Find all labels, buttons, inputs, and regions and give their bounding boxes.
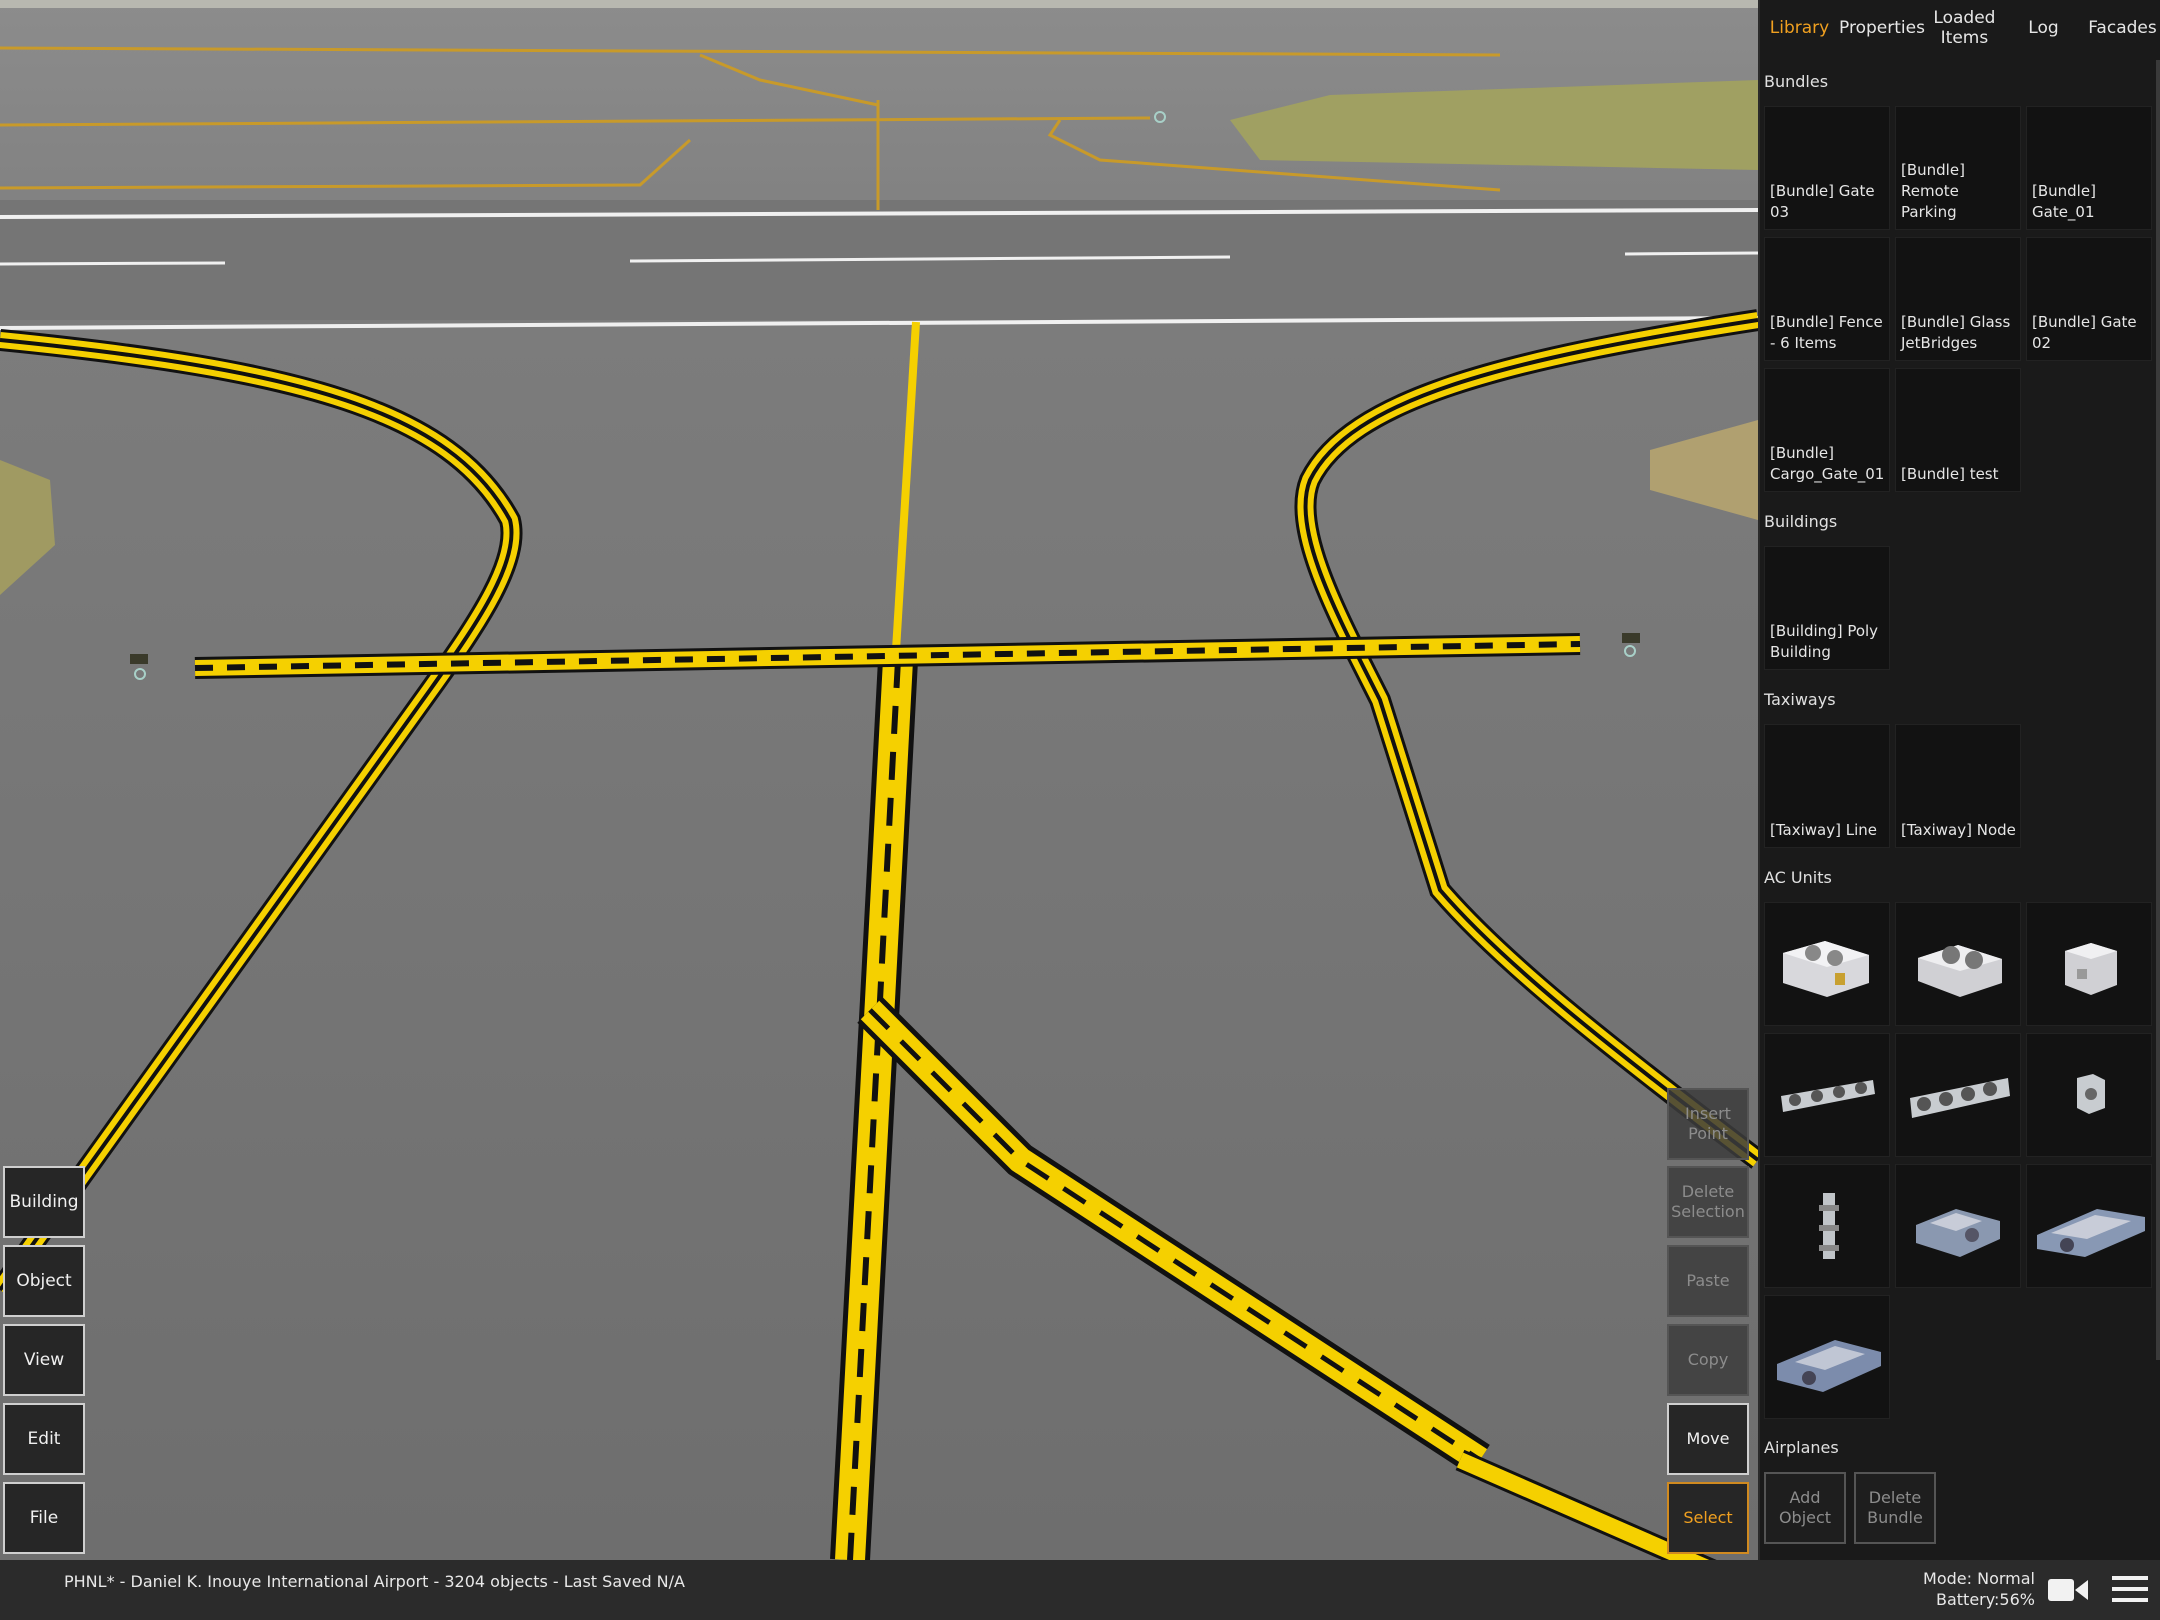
tile-label: [Bundle] Remote Parking	[1901, 161, 1965, 221]
project-status-text: PHNL* - Daniel K. Inouye International A…	[64, 1572, 685, 1591]
section-title-taxiways: Taxiways	[1764, 690, 1836, 709]
ac-machinery-3-icon[interactable]	[1764, 1295, 1890, 1419]
tile-label: [Bundle] Fence - 6 Items	[1770, 313, 1883, 352]
library-tile[interactable]: [Taxiway] Node	[1895, 724, 2021, 848]
library-panel: Library Properties Loaded Items Log Faca…	[1758, 0, 2160, 1560]
tile-label: [Bundle] Gate 03	[1770, 182, 1875, 221]
tab-properties[interactable]: Properties	[1839, 0, 1925, 56]
tile-label: [Bundle] test	[1901, 465, 1999, 483]
tab-facades[interactable]: Facades	[2083, 0, 2160, 56]
menu-icon[interactable]	[2112, 1574, 2148, 1604]
view-button[interactable]: View	[3, 1324, 85, 1396]
section-title-airplanes: Airplanes	[1764, 1438, 1839, 1457]
library-tile[interactable]: [Bundle] Glass JetBridges	[1895, 237, 2021, 361]
library-tile[interactable]: [Bundle] test	[1895, 368, 2021, 492]
delete-selection-button[interactable]: Delete Selection	[1667, 1166, 1749, 1238]
paste-button[interactable]: Paste	[1667, 1245, 1749, 1317]
library-tile[interactable]: [Taxiway] Line	[1764, 724, 1890, 848]
library-tile[interactable]: [Bundle] Fence - 6 Items	[1764, 237, 1890, 361]
tile-label: [Taxiway] Node	[1901, 821, 2016, 839]
airport-3d-viewport[interactable]	[0, 0, 1758, 1560]
library-tile[interactable]: [Building] Poly Building	[1764, 546, 1890, 670]
ac-machinery-1-icon[interactable]	[1895, 1164, 2021, 1288]
mode-battery: Mode: Normal Battery:56%	[1860, 1568, 2035, 1610]
tab-loaded-items[interactable]: Loaded Items	[1925, 0, 2004, 56]
tile-label: [Bundle] Gate_01	[2032, 182, 2096, 221]
copy-button[interactable]: Copy	[1667, 1324, 1749, 1396]
library-tile[interactable]: [Bundle] Remote Parking	[1895, 106, 2021, 230]
mode-text: Mode: Normal	[1923, 1569, 2035, 1588]
tile-label: [Bundle] Glass JetBridges	[1901, 313, 2011, 352]
move-button[interactable]: Move	[1667, 1403, 1749, 1475]
panel-tabs: Library Properties Loaded Items Log Faca…	[1760, 0, 2160, 56]
section-title-bundles: Bundles	[1764, 72, 1829, 91]
ac-unit-1-icon[interactable]	[1764, 902, 1890, 1026]
ac-unit-row-5-icon[interactable]	[1895, 1033, 2021, 1157]
ac-unit-3-icon[interactable]	[2026, 902, 2152, 1026]
object-button[interactable]: Object	[3, 1245, 85, 1317]
ac-pipe-icon[interactable]	[1764, 1164, 1890, 1288]
building-button[interactable]: Building	[3, 1166, 85, 1238]
library-tile[interactable]: [Bundle] Gate 03	[1764, 106, 1890, 230]
library-tile[interactable]: [Bundle] Cargo_Gate_01	[1764, 368, 1890, 492]
ac-machinery-2-icon[interactable]	[2026, 1164, 2152, 1288]
ac-unit-2-icon[interactable]	[1895, 902, 2021, 1026]
insert-point-button[interactable]: Insert Point	[1667, 1088, 1749, 1160]
library-tile[interactable]: [Bundle] Gate 02	[2026, 237, 2152, 361]
select-button[interactable]: Select	[1667, 1482, 1749, 1554]
battery-text: Battery:56%	[1935, 1590, 2035, 1609]
file-button[interactable]: File	[3, 1482, 85, 1554]
section-title-buildings: Buildings	[1764, 512, 1838, 531]
add-object-button[interactable]: Add Object	[1764, 1472, 1846, 1544]
ac-unit-small-icon[interactable]	[2026, 1033, 2152, 1157]
ac-unit-row-4-icon[interactable]	[1764, 1033, 1890, 1157]
tile-label: [Bundle] Cargo_Gate_01	[1770, 444, 1885, 483]
panel-scrollbar[interactable]	[2156, 60, 2160, 1360]
tab-library[interactable]: Library	[1760, 0, 1839, 56]
tile-label: [Building] Poly Building	[1770, 622, 1879, 661]
status-bar: PHNL* - Daniel K. Inouye International A…	[0, 1560, 2160, 1620]
camera-icon[interactable]	[2048, 1576, 2088, 1604]
tile-label: [Bundle] Gate 02	[2032, 313, 2137, 352]
delete-bundle-button[interactable]: Delete Bundle	[1854, 1472, 1936, 1544]
edit-button[interactable]: Edit	[3, 1403, 85, 1475]
tab-log[interactable]: Log	[2004, 0, 2083, 56]
section-title-ac-units: AC Units	[1764, 868, 1832, 887]
tile-label: [Taxiway] Line	[1770, 821, 1877, 839]
library-tile[interactable]: [Bundle] Gate_01	[2026, 106, 2152, 230]
